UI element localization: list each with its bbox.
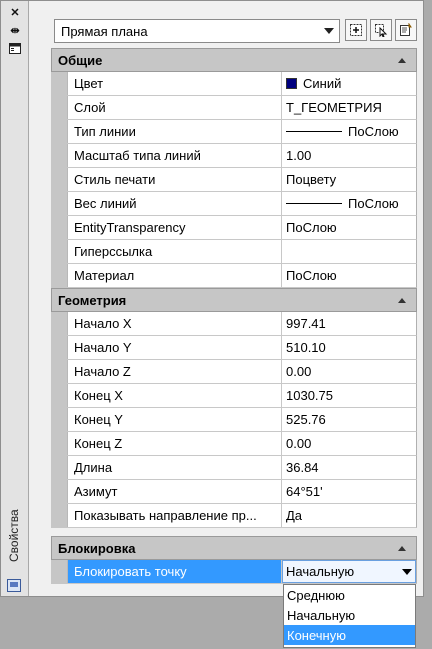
- autohide-icon[interactable]: ⇹: [7, 23, 23, 37]
- dropdown-option-highlighted[interactable]: Конечную: [284, 625, 415, 645]
- property-row-hyperlink[interactable]: Гиперссылка: [67, 240, 417, 264]
- property-value: ПоСлою: [286, 220, 337, 235]
- property-row-azimuth[interactable]: Азимут 64°51': [67, 480, 417, 504]
- property-name: Азимут: [67, 480, 282, 503]
- property-name: Тип линии: [67, 120, 282, 143]
- category-geometry[interactable]: Геометрия: [51, 288, 417, 312]
- property-value: 997.41: [286, 316, 326, 331]
- property-name: Показывать направление пр...: [67, 504, 282, 527]
- toggle-pickadd-button[interactable]: [345, 19, 367, 41]
- property-value: Поцвету: [286, 172, 337, 187]
- property-value: ПоСлою: [286, 268, 337, 283]
- properties-palette: ✕ ⇹ Свойства Прямая плана Общие Цвет Син…: [0, 0, 424, 597]
- property-name: Цвет: [67, 72, 282, 95]
- property-value: [282, 240, 416, 263]
- palette-title-strip[interactable]: ✕ ⇹ Свойства: [1, 1, 29, 596]
- category-title: Общие: [58, 52, 103, 68]
- property-value: 1030.75: [286, 388, 333, 403]
- category-lock[interactable]: Блокировка: [51, 536, 417, 560]
- property-name: Начало Z: [67, 360, 282, 383]
- property-row-lock-point[interactable]: Блокировать точку Начальную: [67, 560, 417, 584]
- property-row-transparency[interactable]: EntityTransparency ПоСлою: [67, 216, 417, 240]
- property-value: 0.00: [286, 364, 312, 379]
- category-general[interactable]: Общие: [51, 48, 417, 72]
- lock-point-dropdown-list: Среднюю Начальную Конечную: [283, 584, 416, 648]
- property-row-plotstyle[interactable]: Стиль печати Поцвету: [67, 168, 417, 192]
- property-row-linetype[interactable]: Тип линии ПоСлою: [67, 120, 417, 144]
- collapse-icon[interactable]: [398, 58, 406, 63]
- close-icon[interactable]: ✕: [7, 5, 23, 19]
- collapse-icon[interactable]: [398, 546, 406, 551]
- select-objects-icon: [375, 24, 388, 37]
- property-row-color[interactable]: Цвет Синий: [67, 72, 417, 96]
- lineweight-sample: [286, 203, 342, 204]
- property-value: 36.84: [286, 460, 319, 475]
- object-type-value: Прямая плана: [61, 23, 148, 39]
- property-row-end-y[interactable]: Конец Y 525.76: [67, 408, 417, 432]
- property-value: 525.76: [286, 412, 326, 427]
- category-title: Геометрия: [58, 292, 127, 308]
- property-row-end-x[interactable]: Конец X 1030.75: [67, 384, 417, 408]
- chevron-down-icon: [324, 28, 334, 34]
- property-row-start-z[interactable]: Начало Z 0.00: [67, 360, 417, 384]
- property-name: Начало X: [67, 312, 282, 335]
- property-name: Конец Y: [67, 408, 282, 431]
- quick-select-icon: [400, 23, 412, 36]
- properties-menu-icon[interactable]: [7, 41, 23, 55]
- property-row-linetype-scale[interactable]: Масштаб типа линий 1.00: [67, 144, 417, 168]
- property-name: Блокировать точку: [67, 560, 282, 583]
- property-row-start-y[interactable]: Начало Y 510.10: [67, 336, 417, 360]
- property-value: ПоСлою: [348, 196, 399, 211]
- collapse-icon[interactable]: [398, 298, 406, 303]
- color-swatch: [286, 78, 297, 89]
- property-name: Масштаб типа линий: [67, 144, 282, 167]
- property-row-length[interactable]: Длина 36.84: [67, 456, 417, 480]
- chevron-down-icon[interactable]: [402, 569, 412, 575]
- property-value: Т_ГЕОМЕТРИЯ: [286, 100, 382, 115]
- dropdown-option[interactable]: Начальную: [284, 605, 415, 625]
- property-row-material[interactable]: Материал ПоСлою: [67, 264, 417, 288]
- toggle-pickadd-icon: [350, 24, 362, 36]
- property-name: Гиперссылка: [67, 240, 282, 263]
- property-name: Начало Y: [67, 336, 282, 359]
- property-value: Синий: [303, 76, 342, 91]
- property-row-lineweight[interactable]: Вес линий ПоСлою: [67, 192, 417, 216]
- property-row-layer[interactable]: Слой Т_ГЕОМЕТРИЯ: [67, 96, 417, 120]
- lock-point-select[interactable]: Начальную: [282, 560, 416, 583]
- property-row-show-direction[interactable]: Показывать направление пр... Да: [67, 504, 417, 528]
- property-name: Длина: [67, 456, 282, 479]
- property-name: Слой: [67, 96, 282, 119]
- property-value: 1.00: [286, 148, 312, 163]
- palette-title: Свойства: [7, 509, 21, 563]
- property-value: 0.00: [286, 436, 312, 451]
- select-objects-button[interactable]: [370, 19, 392, 41]
- property-value: 64°51': [286, 484, 323, 499]
- property-value: 510.10: [286, 340, 326, 355]
- quick-select-button[interactable]: [395, 19, 417, 41]
- dropdown-option[interactable]: Среднюю: [284, 585, 415, 605]
- property-value: ПоСлою: [348, 124, 399, 139]
- property-name: Стиль печати: [67, 168, 282, 191]
- property-name: Конец X: [67, 384, 282, 407]
- property-name: EntityTransparency: [67, 216, 282, 239]
- category-title: Блокировка: [58, 540, 136, 556]
- property-row-start-x[interactable]: Начало X 997.41: [67, 312, 417, 336]
- property-row-end-z[interactable]: Конец Z 0.00: [67, 432, 417, 456]
- property-name: Вес линий: [67, 192, 282, 215]
- property-name: Материал: [67, 264, 282, 287]
- object-type-select[interactable]: Прямая плана: [54, 19, 340, 43]
- linetype-sample: [286, 131, 342, 132]
- property-value: Да: [286, 508, 303, 523]
- property-grid: Общие Цвет Синий Слой Т_ГЕОМЕТРИЯ Тип ли…: [51, 48, 417, 584]
- properties-settings-icon[interactable]: [7, 579, 21, 592]
- property-name: Конец Z: [67, 432, 282, 455]
